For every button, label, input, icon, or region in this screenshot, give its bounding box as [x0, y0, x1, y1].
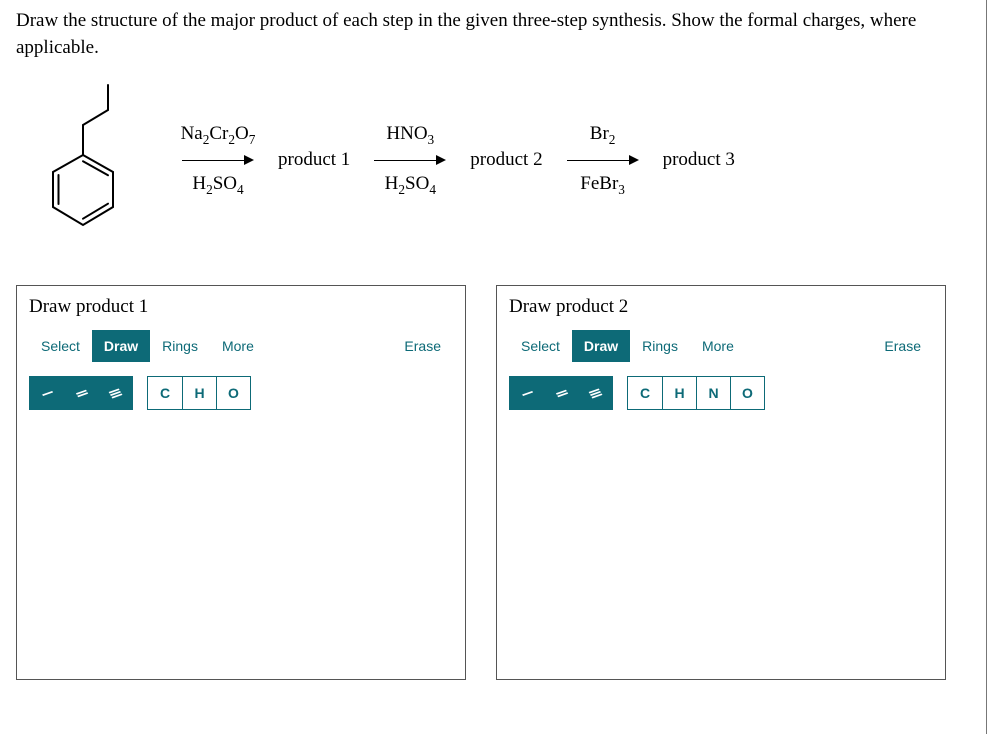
reagent-top-3: Br2 [590, 123, 616, 147]
reaction-scheme: Na2Cr2O7 H2SO4 product 1 HNO3 H2SO4 prod… [28, 75, 970, 245]
single-bond-button[interactable]: / [30, 377, 64, 409]
tab-draw[interactable]: Draw [92, 330, 150, 362]
atom-button-group: C H N O [627, 376, 765, 410]
atom-n-button[interactable]: N [696, 377, 730, 409]
double-bond-button[interactable]: // [64, 377, 98, 409]
atom-h-button[interactable]: H [662, 377, 696, 409]
panel-1-tool-buttons: / // /// C H O [29, 376, 453, 410]
panel-2-mode-tabs: Select Draw Rings More Erase [509, 330, 933, 362]
erase-button[interactable]: Erase [392, 330, 453, 362]
reagent-top-1: Na2Cr2O7 [181, 123, 256, 147]
atom-c-button[interactable]: C [628, 377, 662, 409]
tab-more[interactable]: More [210, 330, 266, 362]
reaction-step-1: Na2Cr2O7 H2SO4 [168, 123, 268, 197]
atom-c-button[interactable]: C [148, 377, 182, 409]
question-text: Draw the structure of the major product … [16, 8, 970, 61]
draw-product-2-panel: Draw product 2 Select Draw Rings More Er… [496, 285, 946, 680]
triple-bond-button[interactable]: /// [578, 377, 612, 409]
tab-select[interactable]: Select [29, 330, 92, 362]
reagent-bottom-3: FeBr3 [580, 173, 625, 197]
arrow-icon [567, 151, 639, 169]
bond-button-group: / // /// [509, 376, 613, 410]
reagent-top-2: HNO3 [386, 123, 434, 147]
tab-select[interactable]: Select [509, 330, 572, 362]
panel-1-mode-tabs: Select Draw Rings More Erase [29, 330, 453, 362]
reaction-step-2: HNO3 H2SO4 [360, 123, 460, 197]
page: Draw the structure of the major product … [0, 0, 987, 734]
panel-2-title: Draw product 2 [509, 296, 933, 318]
tab-draw[interactable]: Draw [572, 330, 630, 362]
bond-button-group: / // /// [29, 376, 133, 410]
arrow-icon [182, 151, 254, 169]
atom-o-button[interactable]: O [730, 377, 764, 409]
reaction-step-3: Br2 FeBr3 [553, 123, 653, 197]
erase-button[interactable]: Erase [872, 330, 933, 362]
drawing-canvas-2[interactable] [509, 410, 933, 690]
atom-h-button[interactable]: H [182, 377, 216, 409]
drawing-canvas-1[interactable] [29, 410, 453, 690]
tab-more[interactable]: More [690, 330, 746, 362]
tab-rings[interactable]: Rings [150, 330, 210, 362]
single-bond-button[interactable]: / [510, 377, 544, 409]
reagent-bottom-2: H2SO4 [385, 173, 436, 197]
panel-1-title: Draw product 1 [29, 296, 453, 318]
reagent-bottom-1: H2SO4 [192, 173, 243, 197]
triple-bond-button[interactable]: /// [98, 377, 132, 409]
drawing-panels: Draw product 1 Select Draw Rings More Er… [16, 285, 970, 680]
draw-product-1-panel: Draw product 1 Select Draw Rings More Er… [16, 285, 466, 680]
product-3-label: product 3 [653, 149, 745, 171]
double-bond-button[interactable]: // [544, 377, 578, 409]
starting-material-structure [28, 75, 168, 245]
atom-button-group: C H O [147, 376, 251, 410]
tab-rings[interactable]: Rings [630, 330, 690, 362]
panel-2-tool-buttons: / // /// C H N O [509, 376, 933, 410]
product-1-label: product 1 [268, 149, 360, 171]
product-2-label: product 2 [460, 149, 552, 171]
arrow-icon [374, 151, 446, 169]
atom-o-button[interactable]: O [216, 377, 250, 409]
